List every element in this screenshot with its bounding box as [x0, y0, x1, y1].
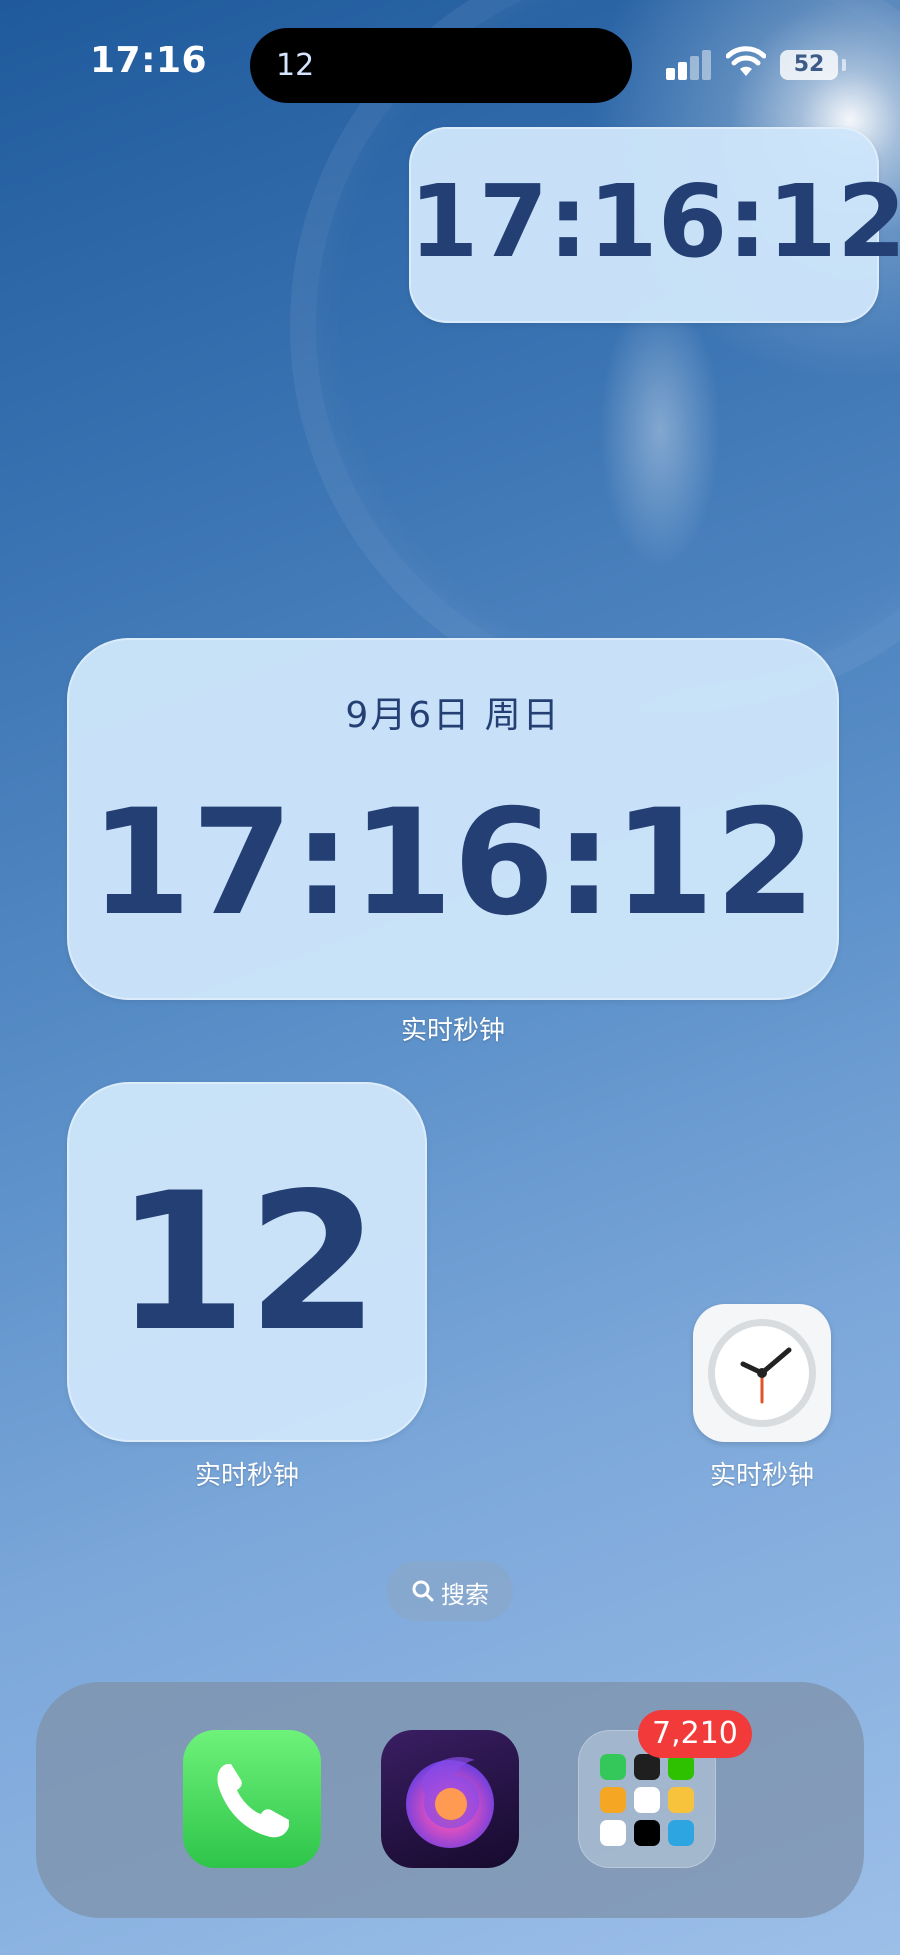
- mail-icon: [668, 1787, 694, 1813]
- search-icon: [412, 1580, 434, 1602]
- messages-icon: [600, 1754, 626, 1780]
- seconds-widget[interactable]: 12: [67, 1082, 427, 1442]
- clock-app-icon[interactable]: [693, 1304, 831, 1442]
- widget-large-date: 9月6日 周日: [345, 695, 561, 736]
- sky-halo: [290, 0, 900, 712]
- home-screen: 17:16 12 52 17:16:12 9月6日 周日 17:16:12 实时…: [0, 0, 900, 1955]
- telegram-icon: [668, 1820, 694, 1846]
- widget-square-seconds: 12: [114, 1152, 380, 1373]
- clock-widget-small[interactable]: 17:16:12: [409, 127, 900, 323]
- cellular-signal-icon: [666, 50, 712, 80]
- widget-square-label: 实时秒钟: [194, 1461, 299, 1491]
- clock-app-label: 实时秒钟: [709, 1461, 814, 1491]
- battery-level: 52: [793, 52, 825, 77]
- island-seconds: 12: [276, 48, 315, 83]
- qq-icon: [634, 1754, 660, 1780]
- firefox-app-icon[interactable]: [381, 1730, 519, 1868]
- widget-large-time: 17:16:12: [89, 778, 817, 948]
- gmail-icon: [600, 1820, 626, 1846]
- wifi-icon: [726, 46, 766, 76]
- widget-large-label: 实时秒钟: [400, 1016, 505, 1046]
- search-label: 搜索: [441, 1581, 489, 1609]
- search-button[interactable]: 搜索: [387, 1561, 513, 1621]
- weibo-icon: [600, 1787, 626, 1813]
- status-time: 17:16: [90, 40, 208, 81]
- battery-indicator: 52: [780, 50, 838, 80]
- phone-icon: [217, 1764, 289, 1838]
- clock-widget-large[interactable]: 9月6日 周日 17:16:12: [67, 638, 839, 1000]
- battery-tip: [842, 59, 846, 71]
- dynamic-island[interactable]: 12: [250, 28, 632, 103]
- chat-bubble-icon: [634, 1787, 660, 1813]
- x-icon: [634, 1820, 660, 1846]
- phone-app-icon[interactable]: [183, 1730, 321, 1868]
- firefox-icon: [406, 1756, 494, 1848]
- folder-notification-badge: 7,210: [638, 1710, 752, 1758]
- widget-small-time: 17:16:12: [409, 163, 900, 280]
- analog-clock-icon: [708, 1319, 816, 1427]
